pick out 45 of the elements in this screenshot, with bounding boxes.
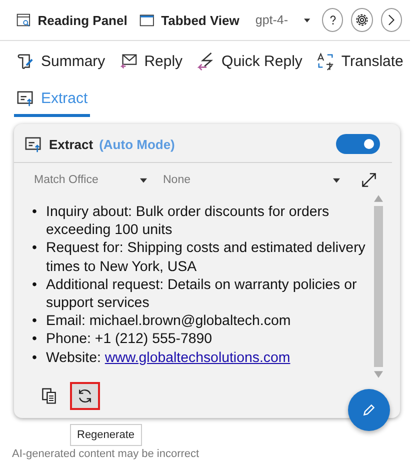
tooltip: Regenerate — [70, 424, 142, 446]
website-link[interactable]: www.globaltechsolutions.com — [104, 350, 290, 366]
copy-icon — [40, 387, 58, 405]
tab[interactable]: Summary — [14, 49, 108, 80]
bullet-marker: • — [32, 239, 38, 258]
expand-icon[interactable] — [360, 171, 378, 189]
regenerate-button[interactable] — [70, 382, 100, 410]
bullet-marker: • — [32, 312, 38, 330]
extracted-item: Additional request: Details on warranty policies or support services — [46, 276, 358, 312]
bullet-marker: • — [32, 276, 38, 295]
bullet-marker: • — [32, 348, 38, 367]
extract-icon — [16, 89, 35, 108]
pencil-icon — [361, 402, 377, 418]
scroll-pen-icon — [16, 52, 35, 71]
reading-panel-label[interactable]: Reading Panel — [38, 12, 128, 28]
chevron-right-icon[interactable] — [380, 8, 402, 32]
option-dropdown[interactable]: None — [163, 174, 323, 186]
bullet-marker: • — [32, 203, 38, 222]
tab[interactable]: Reply — [117, 49, 185, 80]
disclaimer-text: AI-generated content may be incorrect — [12, 448, 200, 460]
mode-label: (Auto Mode) — [99, 136, 175, 152]
caret-icon[interactable] — [140, 178, 147, 182]
caret-icon[interactable] — [333, 178, 340, 182]
settings-icon[interactable] — [351, 8, 373, 32]
extracted-item: Request for: Shipping costs and estimated delivery times to New York, USA — [46, 239, 366, 276]
extracted-item: Website: www.globaltechsolutions.com — [46, 348, 290, 367]
bullet-marker: • — [32, 330, 38, 349]
reading-panel-icon[interactable] — [16, 11, 32, 29]
card-title: Extract — [49, 136, 94, 152]
model-dropdown[interactable]: gpt-4- — [255, 13, 288, 27]
envelope-icon — [119, 52, 138, 71]
extracted-item: Email: michael.brown@globaltech.com — [46, 312, 291, 330]
translate-icon — [316, 52, 336, 71]
tab[interactable]: Quick Reply — [194, 49, 304, 80]
auto-mode-toggle[interactable] — [336, 134, 380, 154]
tabbed-view-label[interactable]: Tabbed View — [161, 12, 240, 28]
extracted-item: Phone: +1 (212) 555-7890 — [46, 330, 212, 349]
extracted-item: Inquiry about: Bulk order discounts for orders exceeding 100 units — [46, 203, 330, 240]
tab[interactable]: Translate — [314, 49, 406, 80]
scrollbar-thumb[interactable] — [374, 206, 382, 367]
refresh-icon — [76, 387, 94, 405]
office-dropdown[interactable]: Match Office — [34, 174, 130, 186]
extract-icon — [24, 134, 43, 154]
caret-icon[interactable] — [304, 18, 310, 22]
help-icon[interactable] — [322, 8, 344, 32]
